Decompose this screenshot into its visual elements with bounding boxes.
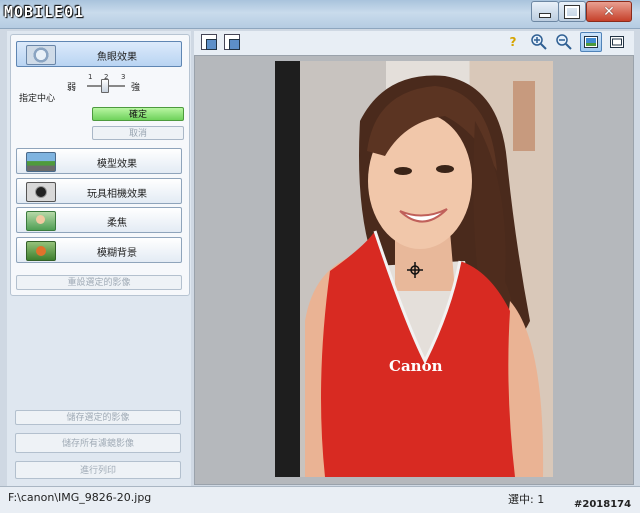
slider-tick: 1 [88, 73, 93, 81]
fisheye-icon [26, 45, 56, 65]
slider-thumb[interactable] [101, 79, 109, 93]
soft-focus-label: 柔焦 [107, 218, 127, 229]
reset-selected-button[interactable]: 重設選定的影像 [16, 275, 182, 290]
close-icon: ✕ [603, 3, 615, 20]
print-button[interactable]: 進行列印 [15, 461, 181, 479]
effects-box: 魚眼效果 弱 1 2 3 強 指定中心 確定 取消 模型效果 玩具相機效果 柔焦 [10, 34, 190, 296]
rotate-right-icon [224, 34, 240, 50]
help-button[interactable]: ? [504, 33, 522, 51]
actions-group: 儲存選定的影像 儲存所有濾鏡影像 進行列印 [10, 405, 188, 485]
preview-area[interactable]: Canon [194, 55, 634, 485]
save-selected-button[interactable]: 儲存選定的影像 [15, 410, 181, 425]
blur-background-label: 模糊背景 [97, 248, 137, 259]
camera-icon [26, 182, 56, 202]
portrait-image [275, 61, 544, 477]
minimize-button[interactable] [531, 1, 559, 22]
fisheye-label: 魚眼效果 [97, 52, 137, 63]
help-icon: ? [509, 35, 517, 49]
single-view-button[interactable] [580, 32, 602, 52]
zoom-out-icon [556, 34, 572, 50]
soft-focus-icon [26, 211, 56, 231]
specify-center-label: 指定中心 [19, 94, 56, 104]
slider-weak-label: 弱 [67, 83, 77, 93]
title-bar: MOBILE01 ✕ [0, 0, 640, 29]
single-view-icon [584, 36, 598, 48]
file-path: F:\canon\IMG_9826-20.jpg [8, 491, 152, 504]
miniature-icon [26, 152, 56, 172]
zoom-in-button[interactable] [530, 33, 548, 51]
slider-strong-label: 強 [131, 83, 141, 93]
miniature-label: 模型效果 [97, 159, 137, 170]
cancel-button[interactable]: 取消 [92, 126, 184, 140]
full-screen-icon [610, 36, 624, 48]
zoom-in-icon [531, 34, 547, 50]
soft-focus-button[interactable]: 柔焦 [16, 207, 182, 233]
effects-panel: 魚眼效果 弱 1 2 3 強 指定中心 確定 取消 模型效果 玩具相機效果 柔焦 [7, 31, 191, 487]
slider-tick: 3 [121, 73, 126, 81]
blur-background-button[interactable]: 模糊背景 [16, 237, 182, 263]
app-brand: MOBILE01 [4, 3, 85, 21]
blur-background-icon [26, 241, 56, 261]
toolbar: ? [194, 31, 634, 55]
rotate-right-button[interactable] [223, 33, 241, 51]
save-all-button[interactable]: 儲存所有濾鏡影像 [15, 433, 181, 453]
full-screen-button[interactable] [608, 33, 626, 51]
status-bar: F:\canon\IMG_9826-20.jpg 選中: 1 #2018174 [0, 486, 640, 513]
toy-camera-label: 玩具相機效果 [87, 189, 147, 200]
preview-photo[interactable]: Canon [275, 61, 553, 477]
rotate-left-icon [201, 34, 217, 50]
ok-button[interactable]: 確定 [92, 107, 184, 121]
dress-logo-text: Canon [389, 357, 443, 375]
maximize-button[interactable] [558, 1, 586, 22]
miniature-button[interactable]: 模型效果 [16, 148, 182, 174]
fisheye-button[interactable]: 魚眼效果 [16, 41, 182, 67]
toy-camera-button[interactable]: 玩具相機效果 [16, 178, 182, 204]
watermark-tag: #2018174 [574, 499, 632, 510]
rotate-left-button[interactable] [200, 33, 218, 51]
minimize-icon [539, 13, 551, 18]
zoom-out-button[interactable] [555, 33, 573, 51]
selection-count: 選中: 1 [508, 493, 545, 506]
maximize-icon [564, 4, 580, 19]
close-button[interactable]: ✕ [586, 1, 632, 22]
